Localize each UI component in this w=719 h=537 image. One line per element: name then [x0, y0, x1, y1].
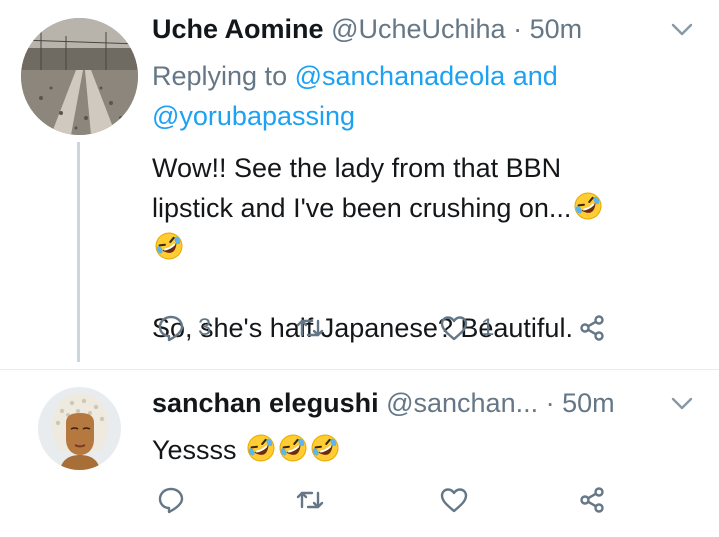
reply-button[interactable] [156, 480, 198, 520]
share-button[interactable] [577, 480, 607, 520]
like-button[interactable] [439, 480, 481, 520]
avatar[interactable] [38, 387, 121, 470]
rolling-on-floor-laughing-emoji [310, 433, 340, 463]
tweet-actions: 3 1 [152, 308, 632, 348]
tweet-header: Uche Aomine @UcheUchiha · 50m [152, 8, 697, 50]
reply-count: 3 [198, 314, 212, 341]
replying-to: Replying to @sanchanadeola and @yorubapa… [152, 56, 697, 136]
timestamp[interactable]: 50m [530, 14, 583, 44]
like-count: 1 [481, 314, 495, 341]
retweet-button[interactable] [295, 308, 337, 348]
mention-sanchanadeola[interactable]: @sanchanadeola [295, 61, 506, 91]
separator-dot: · [545, 388, 555, 418]
separator-dot: · [513, 14, 523, 44]
user-handle[interactable]: @sanchan... [386, 388, 538, 418]
mention-yorubapassing[interactable]: @yorubapassing [152, 101, 355, 131]
chevron-down-icon[interactable] [667, 388, 697, 418]
avatar[interactable] [21, 18, 138, 135]
tweet-header: sanchan elegushi @sanchan... · 50m [152, 382, 697, 424]
mention-conjunction[interactable]: and [513, 61, 558, 91]
reply-icon [156, 313, 186, 343]
tweet-body: Uche Aomine @UcheUchiha · 50m Replying t… [152, 8, 697, 348]
retweet-icon [295, 485, 325, 515]
retweet-button[interactable] [295, 480, 337, 520]
timestamp[interactable]: 50m [562, 388, 615, 418]
rolling-on-floor-laughing-emoji [246, 433, 276, 463]
heart-icon [439, 313, 469, 343]
display-name[interactable]: Uche Aomine [152, 14, 324, 44]
chevron-down-icon[interactable] [667, 14, 697, 44]
reply-button[interactable]: 3 [156, 308, 211, 348]
rolling-on-floor-laughing-emoji [154, 231, 184, 261]
tweet-body: sanchan elegushi @sanchan... · 50m Yesss… [152, 382, 697, 470]
rolling-on-floor-laughing-emoji [573, 191, 603, 221]
share-icon [577, 485, 607, 515]
like-button[interactable]: 1 [439, 308, 494, 348]
tweet-text: Yessss [152, 430, 697, 470]
tweet-actions [152, 480, 632, 520]
user-handle[interactable]: @UcheUchiha [331, 14, 506, 44]
thread-line [77, 142, 80, 362]
display-name[interactable]: sanchan elegushi [152, 388, 379, 418]
share-icon [577, 313, 607, 343]
tweet-2[interactable]: sanchan elegushi @sanchan... · 50m Yesss… [0, 370, 719, 537]
tweet-1[interactable]: Uche Aomine @UcheUchiha · 50m Replying t… [0, 0, 719, 370]
tweet-text-line: Wow!! See the lady from that BBN lipstic… [152, 153, 572, 223]
reply-icon [156, 485, 186, 515]
tweet-text-line: Yessss [152, 435, 237, 465]
rolling-on-floor-laughing-emoji [278, 433, 308, 463]
share-button[interactable] [577, 308, 607, 348]
retweet-icon [295, 313, 325, 343]
replying-prefix: Replying to [152, 61, 288, 91]
heart-icon [439, 485, 469, 515]
